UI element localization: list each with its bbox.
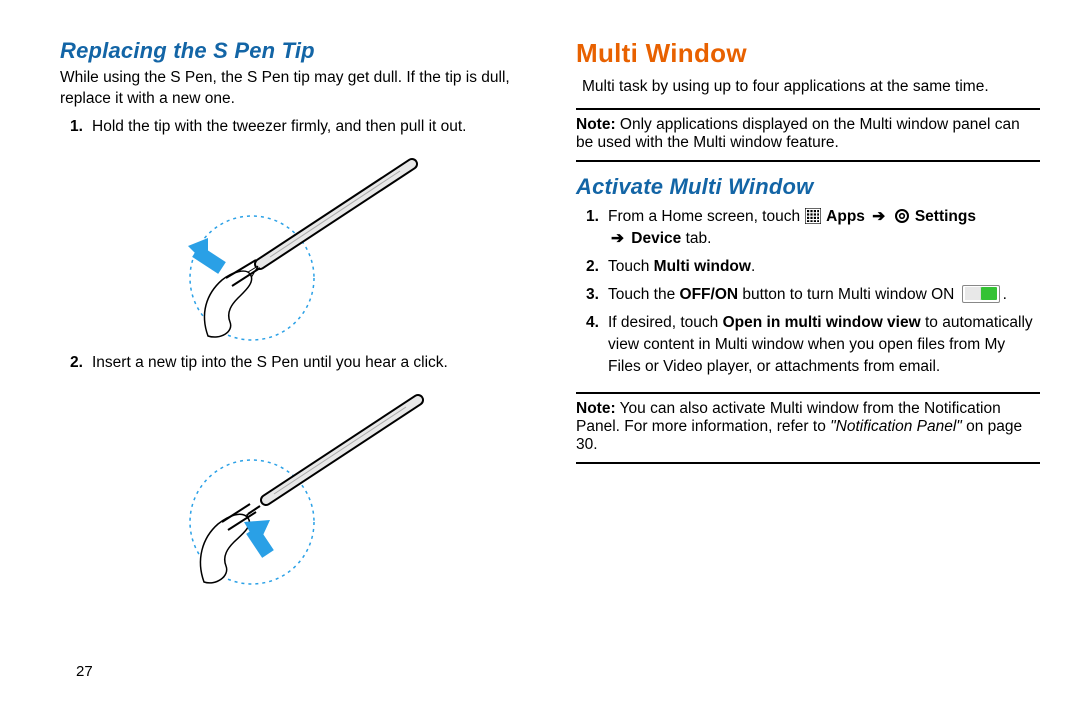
arrow-icon	[188, 238, 222, 268]
step-number: 3.	[586, 284, 599, 306]
note-text: Only applications displayed on the Multi…	[576, 116, 1020, 151]
intro-s-pen: While using the S Pen, the S Pen tip may…	[60, 68, 540, 110]
step-number: 1.	[586, 206, 599, 228]
note-notification-panel: Note: You can also activate Multi window…	[576, 392, 1040, 464]
heading-activate-multi-window: Activate Multi Window	[576, 174, 1040, 200]
step-text: Hold the tip with the tweezer firmly, an…	[92, 118, 466, 135]
note-label: Note:	[576, 116, 616, 133]
step-text: Insert a new tip into the S Pen until yo…	[92, 354, 448, 371]
apps-icon	[805, 208, 821, 224]
settings-icon	[894, 208, 910, 224]
step-text: Touch Multi window.	[608, 258, 755, 275]
step-3-activate: 3. Touch the OFF/ON button to turn Multi…	[576, 284, 1040, 306]
step-2-insert-tip: 2. Insert a new tip into the S Pen until…	[60, 352, 540, 374]
note-label: Note:	[576, 400, 616, 417]
step-text: Touch the OFF/ON button to turn Multi wi…	[608, 286, 1007, 303]
figure-pull-tip	[60, 146, 540, 346]
illustration-pull-tip	[140, 146, 460, 346]
note-multi-window-panel: Note: Only applications displayed on the…	[576, 108, 1040, 162]
step-text: If desired, touch Open in multi window v…	[608, 314, 1033, 375]
step-1-activate: 1. From a Home screen, touch Apps ➔ Sett…	[576, 206, 1040, 250]
arrow-icon	[244, 520, 270, 554]
illustration-insert-tip	[140, 382, 460, 592]
intro-multi-window: Multi task by using up to four applicati…	[582, 77, 1040, 98]
step-number: 1.	[70, 116, 83, 138]
step-number: 2.	[70, 352, 83, 374]
step-1-pull-tip: 1. Hold the tip with the tweezer firmly,…	[60, 116, 540, 138]
step-4-activate: 4. If desired, touch Open in multi windo…	[576, 312, 1040, 378]
toggle-on-icon	[962, 285, 1000, 303]
heading-replacing-s-pen-tip: Replacing the S Pen Tip	[60, 38, 540, 64]
heading-multi-window: Multi Window	[576, 38, 1040, 69]
note-reference: "Notification Panel"	[830, 418, 962, 435]
step-text: From a Home screen, touch Apps ➔ Setting…	[608, 208, 976, 247]
page-number: 27	[76, 663, 93, 680]
step-number: 2.	[586, 256, 599, 278]
figure-insert-tip	[60, 382, 540, 592]
step-2-activate: 2. Touch Multi window.	[576, 256, 1040, 278]
step-number: 4.	[586, 312, 599, 334]
